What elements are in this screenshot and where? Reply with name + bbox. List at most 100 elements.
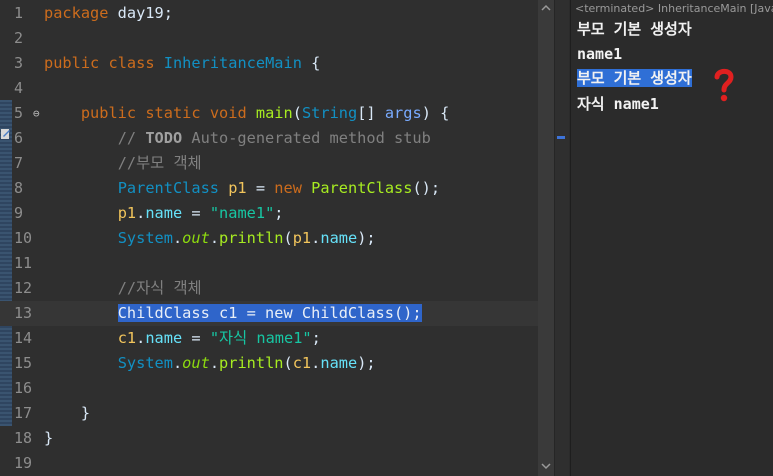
- code-text: []: [357, 104, 385, 122]
- code-line[interactable]: 2: [0, 26, 538, 51]
- line-number: 4: [14, 79, 24, 97]
- code-text: .: [172, 229, 183, 247]
- code-line[interactable]: 8 ParentClass p1 = new ParentClass();: [0, 176, 538, 201]
- comment: //자식 객체: [117, 279, 202, 297]
- line-number: 1: [14, 4, 24, 22]
- code-text: .: [311, 229, 321, 247]
- line-number: 13: [14, 304, 33, 322]
- static-field: out: [182, 229, 210, 247]
- code-text: ;: [311, 329, 321, 347]
- parameter: args: [384, 104, 422, 122]
- fold-collapse-icon[interactable]: ⊖: [33, 101, 40, 126]
- local-variable: c1: [117, 329, 137, 347]
- line-number: 2: [14, 29, 24, 47]
- code-text: );: [357, 229, 376, 247]
- line-number: 15: [14, 354, 33, 372]
- comment: //부모 객체: [117, 154, 202, 172]
- selected-code[interactable]: ChildClass c1 = new ChildClass();: [117, 304, 422, 322]
- line-number: 18: [14, 429, 33, 447]
- code-text: day19;: [108, 4, 173, 22]
- code-line[interactable]: 9 p1.name = "name1";: [0, 201, 538, 226]
- line-number: 14: [14, 329, 33, 347]
- line-number: 3: [14, 54, 24, 72]
- class-name: ParentClass: [117, 179, 219, 197]
- overview-ruler[interactable]: [554, 0, 569, 476]
- code-line[interactable]: 1 package day19;: [0, 1, 538, 26]
- local-variable: p1: [228, 179, 247, 197]
- code-text: .: [136, 329, 146, 347]
- line-number: 17: [14, 404, 33, 422]
- code-line[interactable]: 15 System.out.println(c1.name);: [0, 351, 538, 376]
- code-text: ) {: [421, 104, 450, 122]
- field-name: name: [145, 204, 183, 222]
- overview-ruler-marker[interactable]: [557, 136, 565, 139]
- closing-brace: }: [80, 404, 91, 422]
- field-name: name: [145, 329, 183, 347]
- code-line[interactable]: 7 //부모 객체: [0, 151, 538, 176]
- code-text: (: [292, 104, 302, 122]
- console-output-line[interactable]: name1: [577, 43, 622, 65]
- class-name: String: [301, 104, 358, 122]
- code-text: (: [283, 229, 293, 247]
- code-line[interactable]: 19: [0, 451, 538, 476]
- question-mark-icon: [714, 68, 734, 102]
- code-text: ;: [274, 204, 284, 222]
- console-output-line[interactable]: 자식 name1: [577, 93, 659, 115]
- code-line[interactable]: 14 c1.name = "자식 name1";: [0, 326, 538, 351]
- code-text: .: [136, 204, 146, 222]
- current-code-line[interactable]: 13 ChildClass c1 = new ChildClass();: [0, 301, 538, 326]
- line-number: 19: [14, 454, 33, 472]
- code-line[interactable]: 18 }: [0, 426, 538, 451]
- keyword: void: [209, 104, 247, 122]
- code-line[interactable]: 6 // TODO Auto-generated method stub: [0, 126, 538, 151]
- line-number: 8: [14, 179, 24, 197]
- static-field: out: [182, 354, 210, 372]
- code-text: {: [301, 54, 321, 72]
- code-line[interactable]: 12 //자식 객체: [0, 276, 538, 301]
- keyword: class: [108, 54, 155, 72]
- code-text: .: [172, 354, 183, 372]
- code-text: );: [357, 354, 376, 372]
- code-text: (: [283, 354, 293, 372]
- keyword: public: [44, 54, 100, 72]
- line-number: 10: [14, 229, 33, 247]
- code-line[interactable]: 16: [0, 376, 538, 401]
- console-view[interactable]: <terminated> InheritanceMain [Java Appli…: [570, 0, 773, 476]
- keyword: static: [145, 104, 201, 122]
- todo-tag: TODO: [145, 129, 183, 147]
- scroll-down-arrow-icon[interactable]: [538, 458, 554, 474]
- local-variable: p1: [292, 229, 312, 247]
- line-number: 6: [14, 129, 24, 147]
- line-number: 12: [14, 279, 33, 297]
- comment: //: [117, 129, 146, 147]
- field-name: name: [320, 229, 358, 247]
- keyword: new: [274, 179, 302, 197]
- class-name: System: [117, 354, 173, 372]
- string-literal: "자식 name1": [209, 329, 312, 347]
- line-number: 9: [14, 204, 24, 222]
- keyword: package: [44, 4, 109, 22]
- code-line[interactable]: 10 System.out.println(p1.name);: [0, 226, 538, 251]
- console-output-line[interactable]: 부모 기본 생성자: [577, 67, 692, 89]
- local-variable: c1: [292, 354, 312, 372]
- code-text: =: [182, 204, 210, 222]
- method-call: println: [219, 354, 284, 372]
- code-line[interactable]: 3 public class InheritanceMain {: [0, 51, 538, 76]
- code-editor[interactable]: 1 package day19; 2 3 public class Inheri…: [0, 0, 538, 476]
- code-text: =: [246, 179, 275, 197]
- code-text: ();: [412, 179, 441, 197]
- code-line[interactable]: 5 ⊖ public static void main(String[] arg…: [0, 101, 538, 126]
- line-number: 11: [14, 254, 33, 272]
- console-output-line[interactable]: 부모 기본 생성자: [577, 18, 692, 40]
- code-line[interactable]: 4: [0, 76, 538, 101]
- line-number: 7: [14, 154, 24, 172]
- line-number: 16: [14, 379, 33, 397]
- class-name: System: [117, 229, 173, 247]
- code-text: .: [209, 354, 220, 372]
- selected-console-text[interactable]: 부모 기본 생성자: [577, 69, 692, 87]
- scroll-up-arrow-icon[interactable]: [538, 0, 554, 16]
- field-name: name: [320, 354, 358, 372]
- vertical-scrollbar[interactable]: [538, 0, 554, 476]
- code-line[interactable]: 11: [0, 251, 538, 276]
- code-line[interactable]: 17 }: [0, 401, 538, 426]
